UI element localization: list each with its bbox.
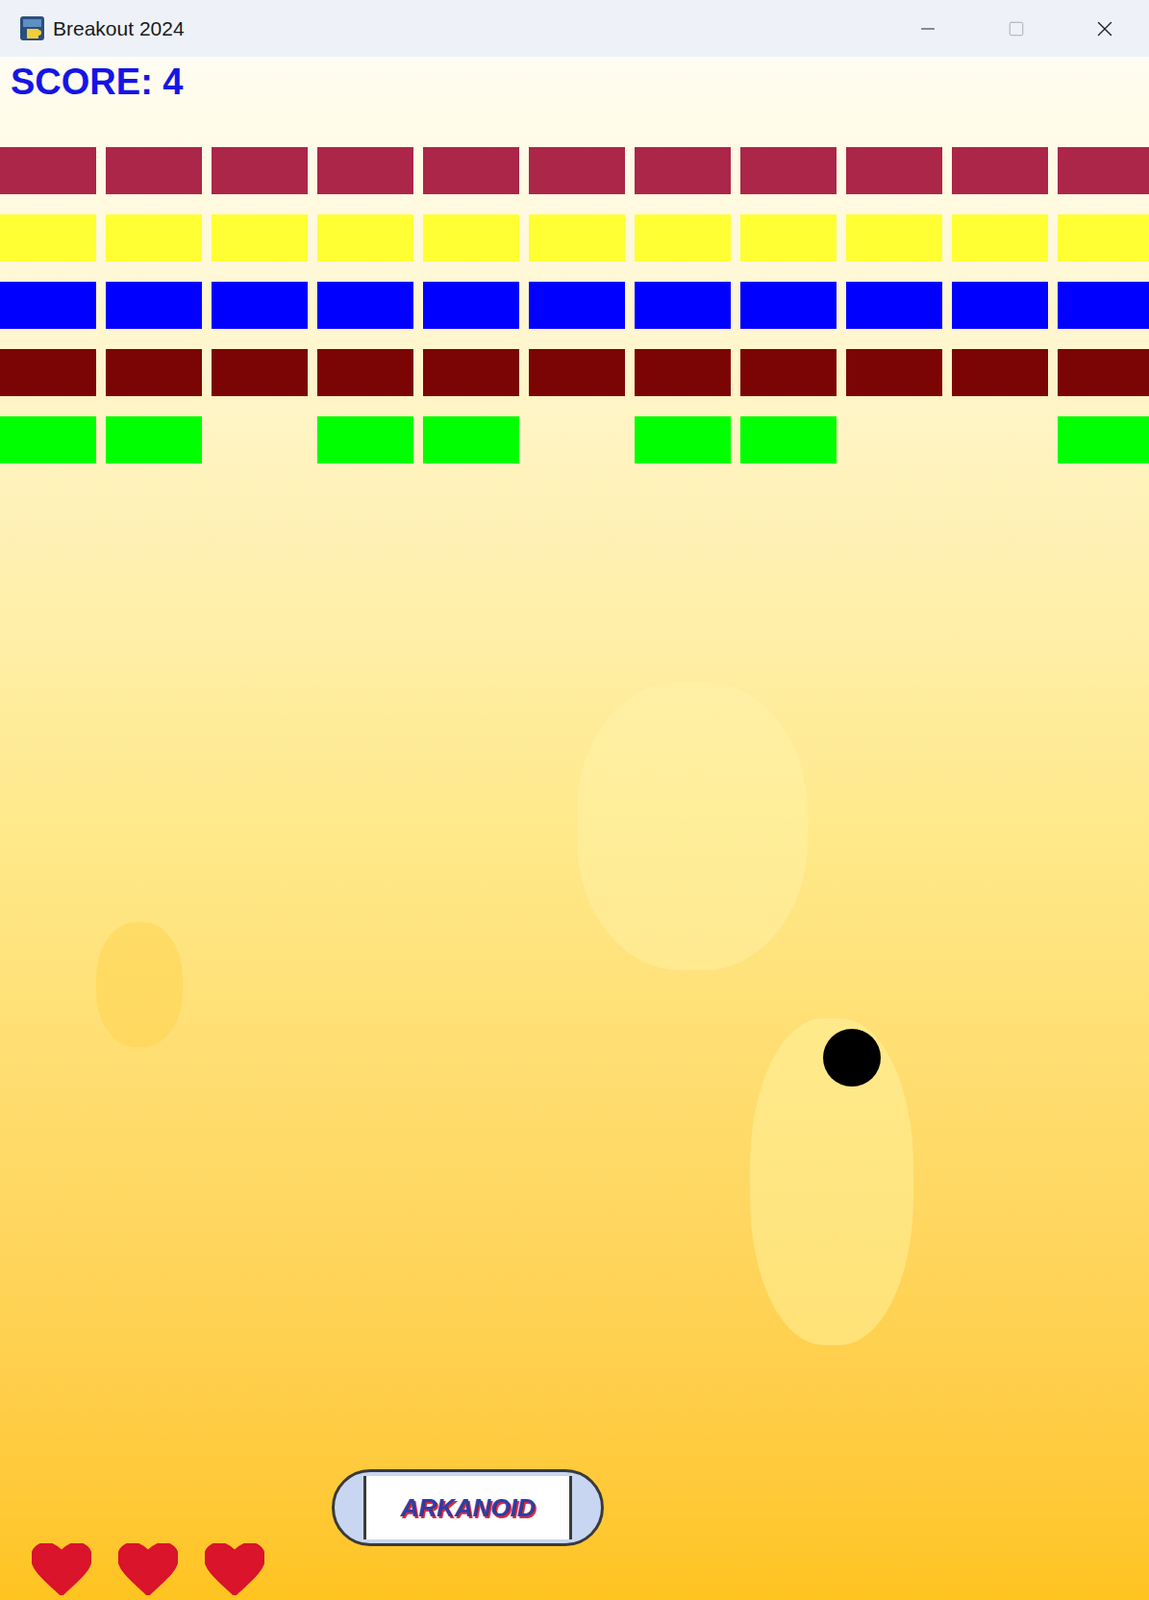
brick-row xyxy=(0,281,1149,329)
brick xyxy=(317,214,414,262)
brick xyxy=(634,281,731,329)
brick xyxy=(105,281,202,329)
brick xyxy=(105,416,202,464)
brick xyxy=(0,349,97,397)
brick xyxy=(528,214,625,262)
brick-wall xyxy=(0,147,1149,464)
brick xyxy=(211,416,308,464)
brick xyxy=(423,349,520,397)
brick xyxy=(423,416,520,464)
brick xyxy=(846,281,943,329)
brick xyxy=(317,416,414,464)
brick xyxy=(423,281,520,329)
brick xyxy=(1057,147,1149,195)
brick xyxy=(423,214,520,262)
brick-row xyxy=(0,147,1149,195)
brick xyxy=(846,416,943,464)
ball xyxy=(823,1028,881,1087)
brick xyxy=(740,281,837,329)
brick xyxy=(211,281,308,329)
brick xyxy=(0,281,97,329)
close-button[interactable] xyxy=(1060,0,1149,57)
heart-icon xyxy=(118,1543,178,1596)
brick xyxy=(105,147,202,195)
brick xyxy=(0,416,97,464)
maximize-icon xyxy=(1007,20,1025,38)
brick xyxy=(423,147,520,195)
brick xyxy=(1057,349,1149,397)
maximize-button[interactable] xyxy=(972,0,1061,57)
brick xyxy=(211,349,308,397)
window-title: Breakout 2024 xyxy=(52,13,185,45)
brick xyxy=(846,147,943,195)
heart-icon xyxy=(31,1543,92,1596)
brick xyxy=(740,147,837,195)
brick-row xyxy=(0,416,1149,464)
minimize-icon xyxy=(917,18,939,40)
brick xyxy=(634,147,731,195)
lives xyxy=(31,1543,265,1596)
brick xyxy=(951,416,1049,464)
brick xyxy=(951,281,1049,329)
brick xyxy=(740,214,837,262)
brick xyxy=(105,214,202,262)
brick xyxy=(317,281,414,329)
app-icon xyxy=(19,15,46,42)
minimize-button[interactable] xyxy=(883,0,973,57)
close-icon xyxy=(1092,16,1118,42)
brick xyxy=(1057,214,1149,262)
game-canvas: SCORE: 4 ARKANOID xyxy=(0,56,1149,1600)
brick xyxy=(951,214,1049,262)
title-bar: Breakout 2024 xyxy=(0,0,1149,57)
heart-icon xyxy=(204,1543,265,1596)
brick xyxy=(105,349,202,397)
brick xyxy=(528,349,625,397)
brick xyxy=(634,416,731,464)
brick xyxy=(634,214,731,262)
brick xyxy=(317,147,414,195)
brick xyxy=(951,147,1049,195)
app-window: Breakout 2024 SCORE: 4 ARKANOID xyxy=(0,0,1149,1600)
brick xyxy=(211,147,308,195)
brick xyxy=(1057,416,1149,464)
brick-row xyxy=(0,214,1149,262)
brick xyxy=(0,214,97,262)
brick xyxy=(0,147,97,195)
brick xyxy=(1057,281,1149,329)
brick xyxy=(317,349,414,397)
brick xyxy=(528,147,625,195)
paddle-logo: ARKANOID xyxy=(399,1493,535,1523)
paddle[interactable]: ARKANOID xyxy=(331,1469,604,1547)
brick xyxy=(846,214,943,262)
brick xyxy=(740,416,837,464)
brick-row xyxy=(0,349,1149,397)
brick xyxy=(740,349,837,397)
brick xyxy=(846,349,943,397)
brick xyxy=(528,416,625,464)
brick xyxy=(211,214,308,262)
brick xyxy=(528,281,625,329)
score-label: SCORE: 4 xyxy=(0,56,1149,101)
brick xyxy=(951,349,1049,397)
brick xyxy=(634,349,731,397)
